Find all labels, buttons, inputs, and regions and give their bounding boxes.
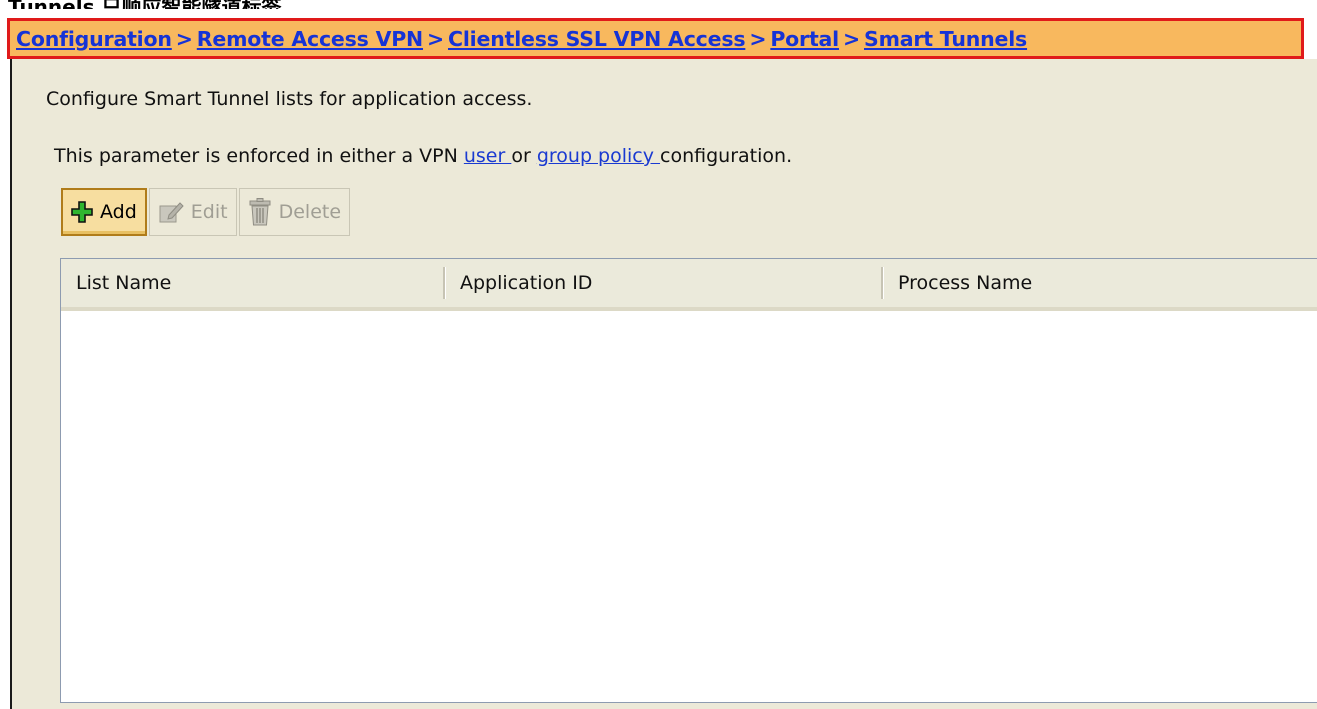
toolbar: Add Edit Delete [61, 188, 352, 238]
user-link[interactable]: user [464, 145, 511, 167]
column-header-process-name[interactable]: Process Name [883, 259, 1317, 307]
breadcrumb-portal[interactable]: Portal [770, 27, 839, 51]
breadcrumb: Configuration > Remote Access VPN > Clie… [7, 18, 1304, 59]
breadcrumb-clientless-ssl-vpn-access[interactable]: Clientless SSL VPN Access [448, 27, 746, 51]
edit-icon [158, 200, 184, 224]
trash-icon [248, 198, 272, 226]
enforcement-note: This parameter is enforced in either a V… [54, 145, 792, 167]
smart-tunnel-table: List Name Application ID Process Name [60, 258, 1317, 703]
enforcement-middle: or [511, 145, 537, 167]
breadcrumb-remote-access-vpn[interactable]: Remote Access VPN [197, 27, 423, 51]
column-header-application-id[interactable]: Application ID [445, 259, 883, 307]
add-button-label: Add [100, 201, 137, 223]
breadcrumb-separator: > [749, 26, 767, 51]
delete-button[interactable]: Delete [238, 188, 351, 236]
table-header: List Name Application ID Process Name [61, 259, 1317, 311]
breadcrumb-separator: > [843, 26, 860, 51]
breadcrumb-separator: > [175, 26, 193, 51]
breadcrumb-configuration[interactable]: Configuration [16, 27, 172, 51]
breadcrumb-smart-tunnels[interactable]: Smart Tunnels [864, 27, 1027, 51]
edit-button-label: Edit [190, 201, 228, 223]
table-body[interactable] [61, 311, 1317, 702]
enforcement-prefix: This parameter is enforced in either a V… [54, 145, 464, 167]
panel-description: Configure Smart Tunnel lists for applica… [46, 88, 533, 110]
add-button[interactable]: Add [61, 188, 147, 236]
column-header-list-name[interactable]: List Name [61, 259, 445, 307]
breadcrumb-separator: > [427, 26, 444, 51]
plus-icon [71, 201, 93, 223]
clipped-caption-text: Tunnels 只顺应智能隧道标签。 [0, 0, 1317, 9]
delete-button-label: Delete [278, 201, 342, 223]
enforcement-suffix: configuration. [660, 145, 793, 167]
group-policy-link[interactable]: group policy [537, 145, 660, 167]
edit-button[interactable]: Edit [148, 188, 237, 236]
